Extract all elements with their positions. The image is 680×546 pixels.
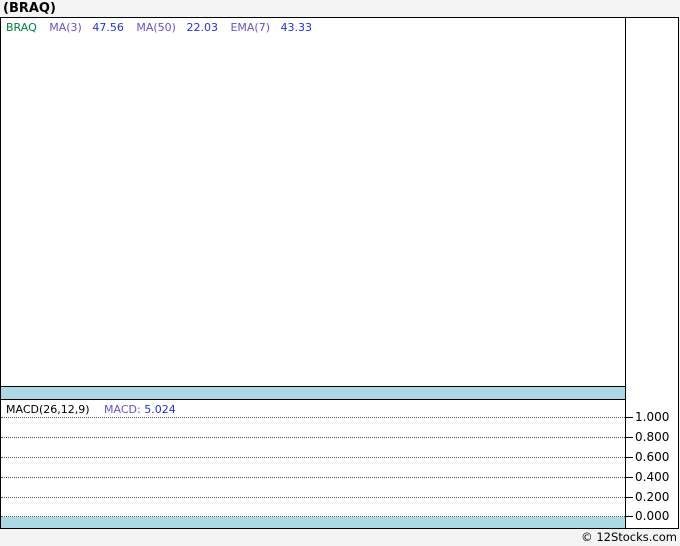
tick-label-1-000: 1.000 <box>635 410 670 424</box>
ema7-value: 43.33 <box>280 21 313 34</box>
chart-frame: BRAQ MA(3) 47.56 MA(50) 22.03 EMA(7) 43.… <box>0 17 679 529</box>
symbol-label: BRAQ <box>6 21 37 34</box>
copyright-text: © 12Stocks.com <box>581 530 677 544</box>
indicator-legend: BRAQ MA(3) 47.56 MA(50) 22.03 EMA(7) 43.… <box>6 21 321 34</box>
tick-label-0-600: 0.600 <box>635 450 670 464</box>
tick-mark <box>626 417 633 418</box>
bottom-bar <box>1 517 625 528</box>
macd-label-row: MACD(26,12,9) MACD: 5.024 <box>6 403 176 416</box>
main-plot-area: BRAQ MA(3) 47.56 MA(50) 22.03 EMA(7) 43.… <box>1 18 625 386</box>
macd-value: 5.024 <box>144 403 176 416</box>
gridline <box>1 417 625 418</box>
ma50-value: 22.03 <box>186 21 218 34</box>
tick-label-0-200: 0.200 <box>635 490 670 504</box>
tick-label-0-800: 0.800 <box>635 430 670 444</box>
tick-mark <box>626 457 633 458</box>
gridline <box>1 477 625 478</box>
separator-bar <box>1 386 625 400</box>
tick-mark <box>626 497 633 498</box>
gridline <box>1 437 625 438</box>
ma50-label: MA(50) <box>136 21 176 34</box>
gridline <box>1 457 625 458</box>
tick-mark <box>626 437 633 438</box>
tick-mark <box>626 477 633 478</box>
tick-label-0-000: 0.000 <box>635 509 670 523</box>
macd-value-label: MACD: <box>104 403 141 416</box>
tick-label-0-400: 0.400 <box>635 470 670 484</box>
chart-page: (BRAQ) BRAQ MA(3) 47.56 MA(50) 22.03 EMA… <box>0 0 680 546</box>
gridline <box>1 497 625 498</box>
axis-divider <box>625 18 626 528</box>
macd-params-label: MACD(26,12,9) <box>6 403 90 416</box>
ma3-value: 47.56 <box>92 21 124 34</box>
page-title: (BRAQ) <box>3 1 56 16</box>
tick-mark <box>626 516 633 517</box>
ma3-label: MA(3) <box>49 21 82 34</box>
ema7-label: EMA(7) <box>230 21 271 34</box>
